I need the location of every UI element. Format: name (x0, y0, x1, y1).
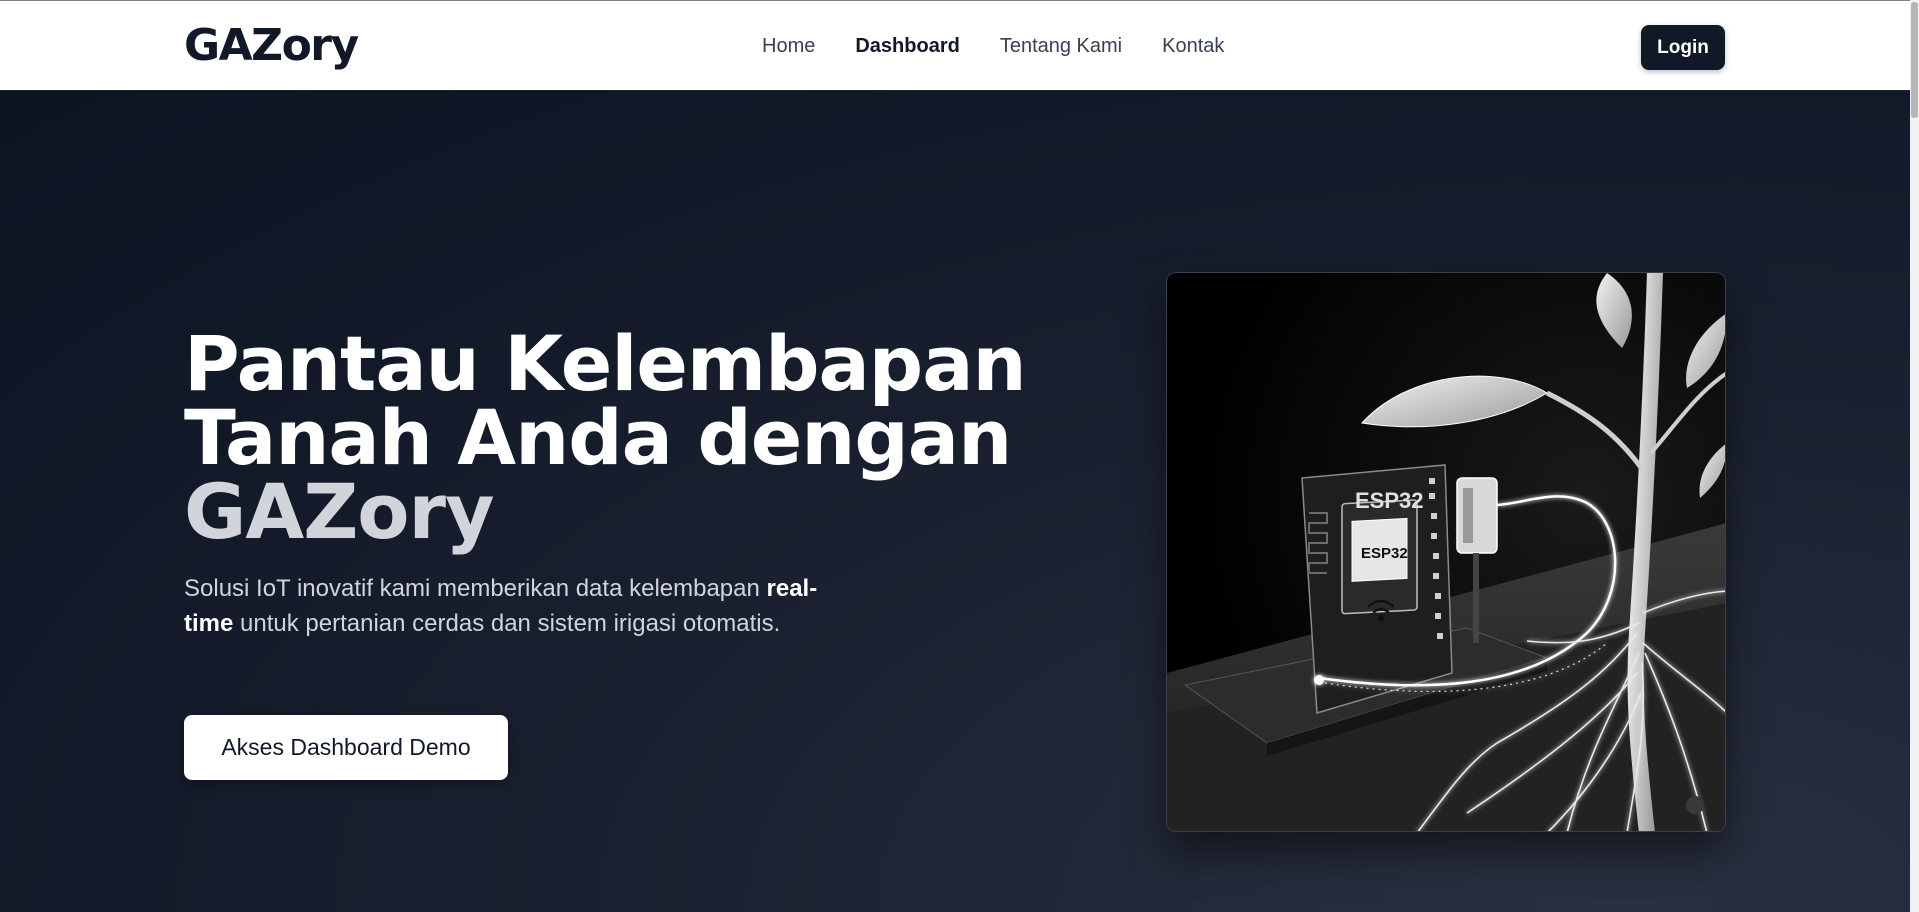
module-chip-label: ESP32 (1361, 545, 1408, 562)
scrollbar-thumb[interactable] (1911, 2, 1918, 118)
hero-description: Solusi IoT inovatif kami memberikan data… (184, 571, 824, 641)
hero-desc-part-2: untuk pertanian cerdas dan sistem irigas… (233, 610, 781, 637)
hero-title-brand: GAZory (184, 467, 495, 556)
hero-title-line-1: Pantau Kelembapan (184, 319, 1027, 408)
nav-link-dashboard[interactable]: Dashboard (855, 35, 959, 58)
access-demo-dashboard-button[interactable]: Akses Dashboard Demo (184, 715, 508, 780)
nav-link-home[interactable]: Home (762, 35, 815, 58)
board-chip-label: ESP32 (1355, 488, 1424, 513)
top-navbar: GAZory Home Dashboard Tentang Kami Konta… (0, 0, 1910, 91)
hero-section: Pantau Kelembapan Tanah Anda dengan GAZo… (0, 91, 1910, 912)
watermark-badge (1686, 796, 1704, 814)
esp32-board: ESP32 ESP32 (1301, 464, 1453, 714)
esp32-plant-illustration: ESP32 ESP32 (1167, 273, 1725, 831)
hero-title-line-2: Tanah Anda dengan (184, 393, 1012, 482)
brand-logo[interactable]: GAZory (184, 20, 359, 71)
hero-title: Pantau Kelembapan Tanah Anda dengan GAZo… (184, 319, 1027, 556)
nav-link-kontak[interactable]: Kontak (1162, 35, 1224, 58)
page-scrollbar[interactable] (1910, 0, 1919, 912)
nav-link-tentang-kami[interactable]: Tentang Kami (1000, 35, 1122, 58)
hero-illustration: ESP32 ESP32 (1166, 272, 1726, 832)
main-nav: Home Dashboard Tentang Kami Kontak (762, 35, 1224, 58)
login-button[interactable]: Login (1641, 25, 1725, 70)
hero-desc-part-1: Solusi IoT inovatif kami memberikan data… (184, 575, 767, 602)
